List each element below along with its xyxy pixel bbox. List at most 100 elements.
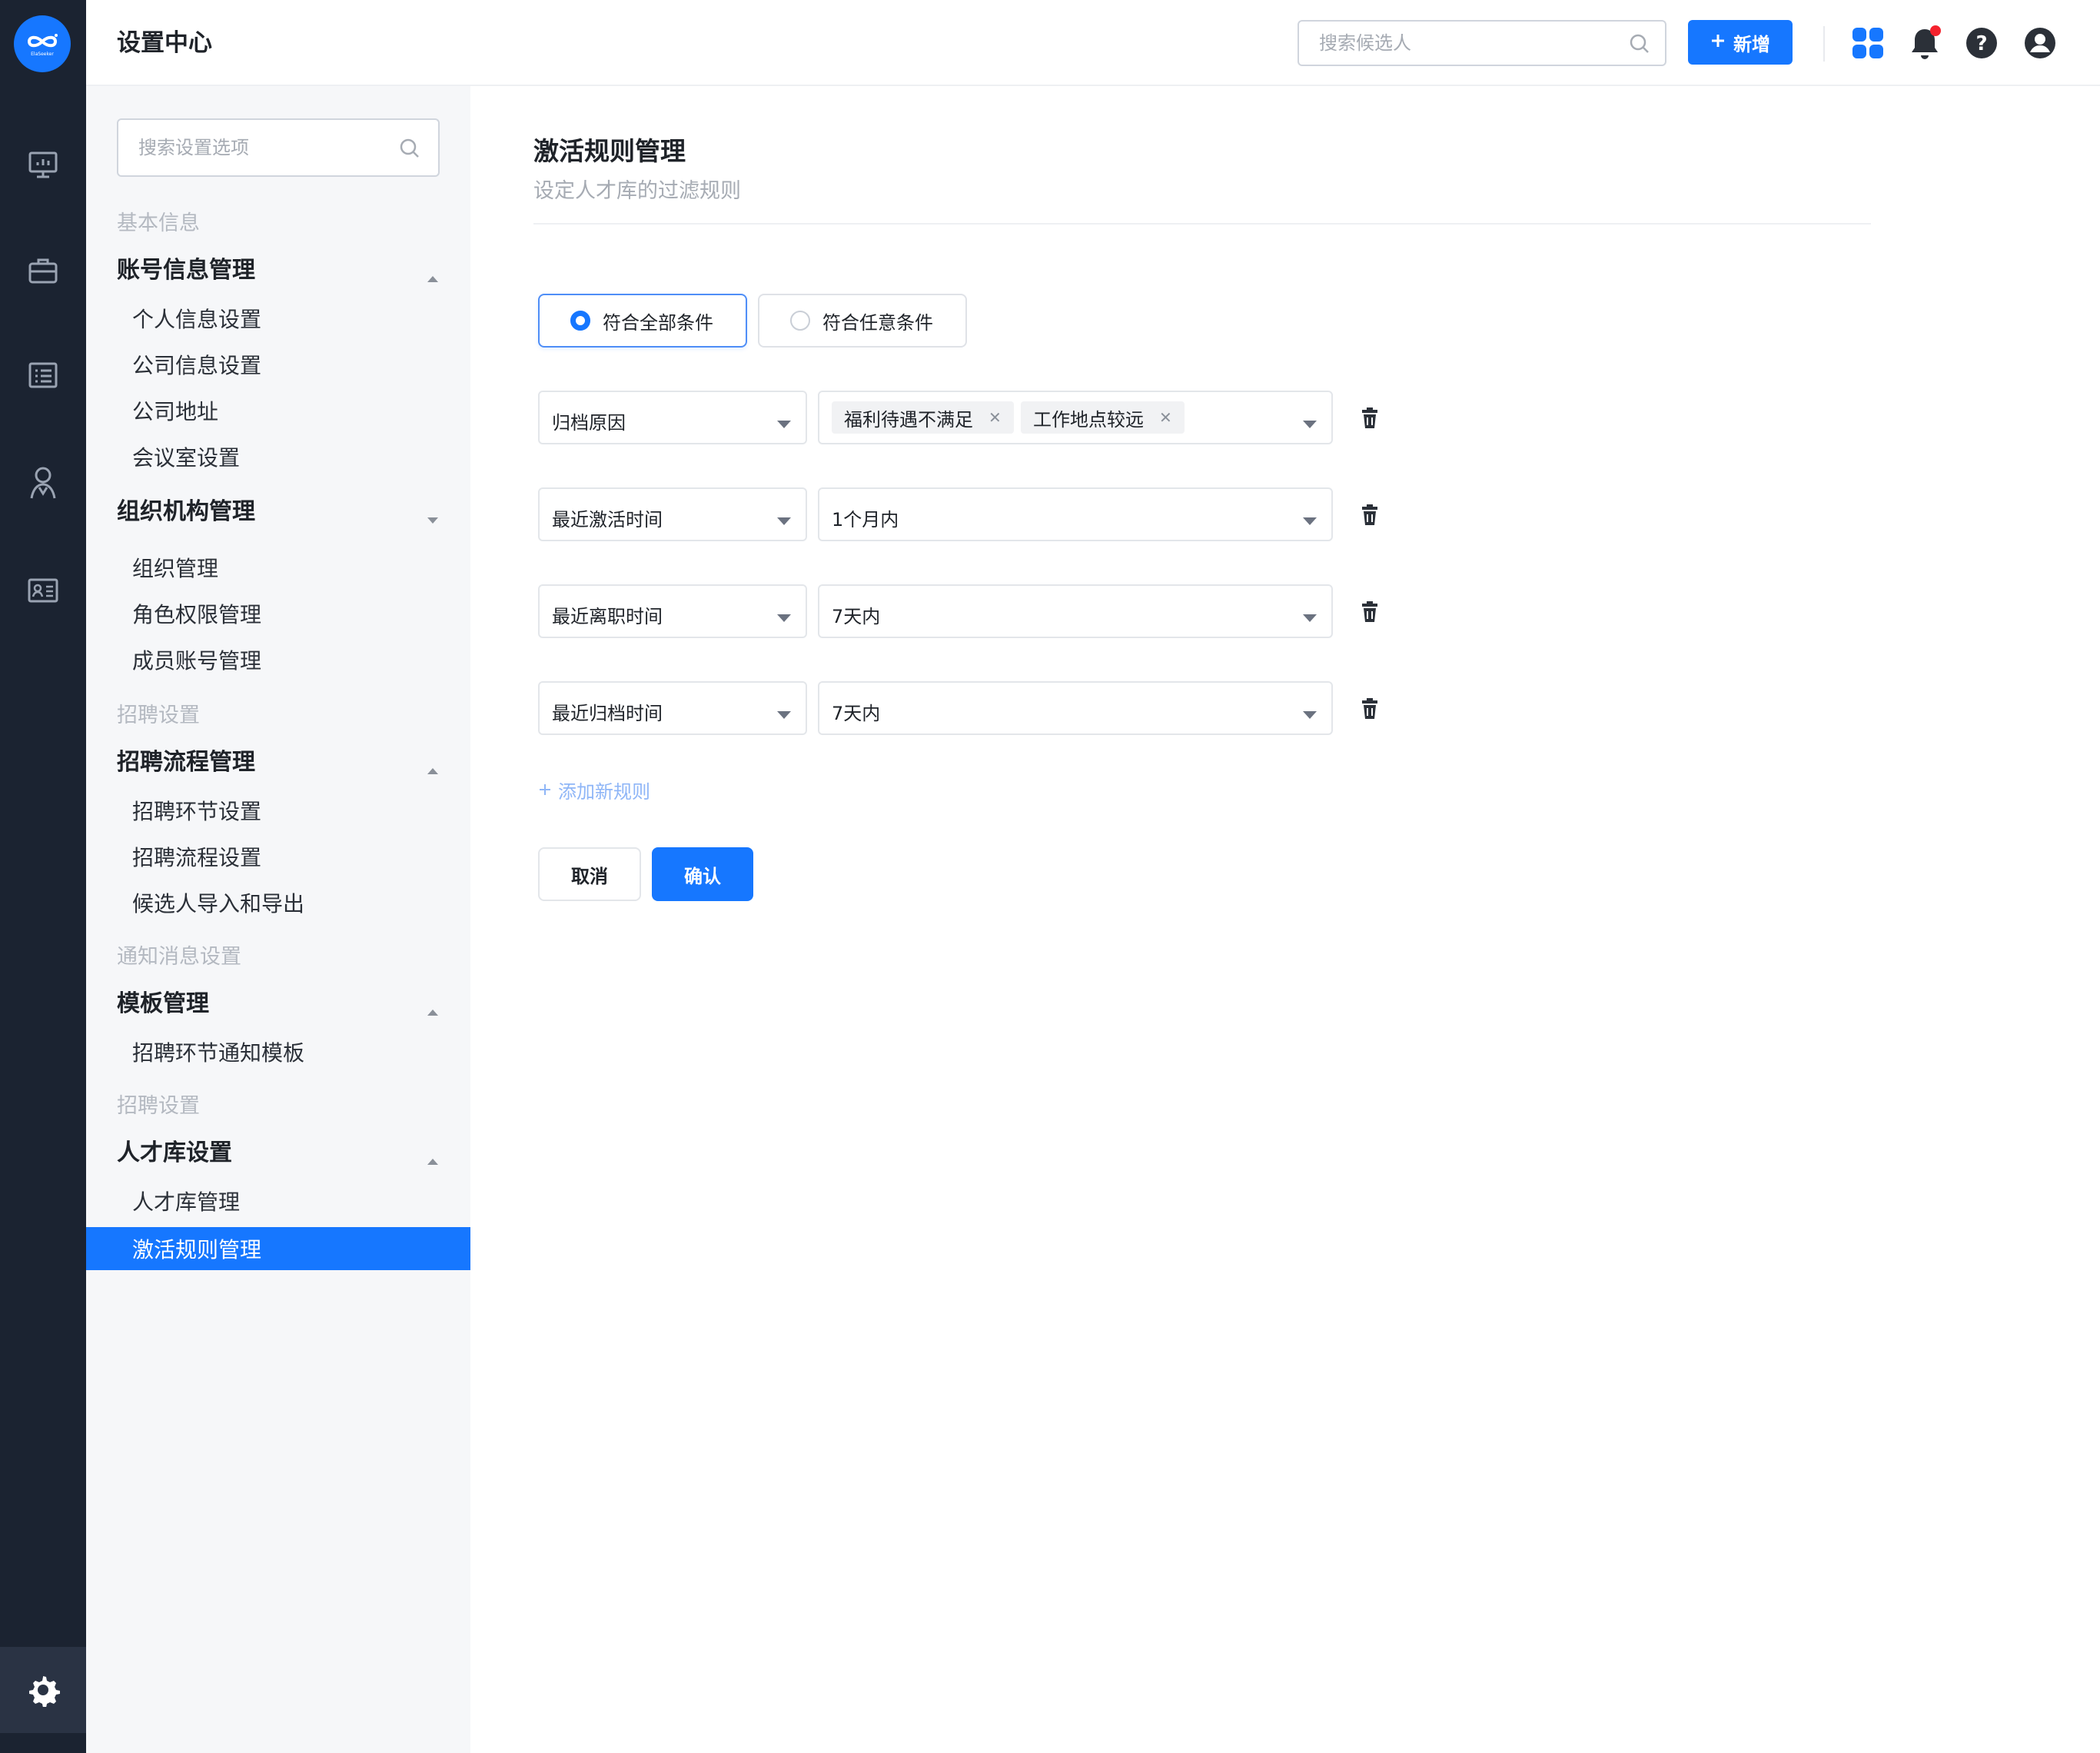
- group-talent-pool[interactable]: 人才库设置: [117, 1133, 440, 1167]
- match-all-radio[interactable]: 符合全部条件: [538, 294, 747, 348]
- group-recruit-process[interactable]: 招聘流程管理: [117, 743, 440, 777]
- rule-2-value-select[interactable]: 1个月内: [818, 487, 1333, 541]
- rule-2-field-select[interactable]: 最近激活时间: [538, 487, 807, 541]
- section-recruit-settings: 招聘设置: [117, 704, 200, 727]
- menu-item-meeting-room[interactable]: 会议室设置: [132, 441, 240, 472]
- caret-up-icon: [426, 263, 440, 290]
- match-any-radio[interactable]: 符合任意条件: [758, 294, 967, 348]
- plus-icon: [1710, 32, 1726, 53]
- add-rule-label: 添加新规则: [558, 781, 650, 803]
- menu-item-recruit-flow[interactable]: 招聘流程设置: [132, 841, 261, 872]
- tag-label: 工作地点较远: [1033, 408, 1144, 431]
- menu-item-member-accounts[interactable]: 成员账号管理: [132, 644, 261, 675]
- menu-item-label: 激活规则管理: [132, 1237, 262, 1262]
- settings-menu: 基本信息 账号信息管理 个人信息设置 公司信息设置 公司地址 会议室设置 组织机…: [86, 86, 470, 1753]
- app-logo[interactable]: ElaSeeker: [14, 15, 71, 72]
- radio-unchecked-icon: [790, 311, 810, 331]
- rule-1-value-select[interactable]: 福利待遇不满足 ✕ 工作地点较远 ✕: [818, 391, 1333, 444]
- caret-down-icon: [776, 412, 792, 434]
- contact-card-icon[interactable]: [22, 569, 65, 612]
- confirm-button[interactable]: 确认: [652, 847, 753, 901]
- apps-grid-icon[interactable]: [1848, 23, 1888, 63]
- section-recruit-settings-2: 招聘设置: [117, 1094, 200, 1118]
- settings-search[interactable]: [117, 118, 440, 177]
- group-label: 模板管理: [117, 990, 209, 1017]
- candidate-search[interactable]: [1298, 20, 1666, 66]
- menu-item-candidate-import-export[interactable]: 候选人导入和导出: [132, 887, 304, 918]
- menu-item-role-permissions[interactable]: 角色权限管理: [132, 598, 261, 629]
- group-template-management[interactable]: 模板管理: [117, 984, 440, 1018]
- group-org-structure[interactable]: 组织机构管理: [117, 492, 440, 526]
- list-icon[interactable]: [22, 354, 65, 397]
- delete-rule-2-icon[interactable]: [1356, 501, 1384, 529]
- select-value: 7天内: [832, 606, 881, 627]
- header-divider: [1823, 26, 1825, 62]
- settings-search-input[interactable]: [138, 120, 384, 175]
- search-icon[interactable]: [1628, 32, 1651, 58]
- caret-down-icon: [776, 606, 792, 627]
- rule-3-field-select[interactable]: 最近离职时间: [538, 584, 807, 638]
- gear-icon: [29, 1676, 60, 1707]
- select-value: 最近归档时间: [552, 703, 663, 724]
- add-new-button[interactable]: 新增: [1688, 20, 1793, 65]
- menu-item-recruit-stage[interactable]: 招聘环节设置: [132, 795, 261, 826]
- caret-up-icon: [426, 996, 440, 1023]
- bell-icon[interactable]: [1905, 23, 1945, 63]
- candidate-search-input[interactable]: [1319, 22, 1611, 65]
- group-label: 组织机构管理: [117, 498, 255, 525]
- page-subtitle: 设定人才库的过滤规则: [533, 179, 741, 203]
- close-icon[interactable]: ✕: [1159, 408, 1172, 427]
- group-label: 招聘流程管理: [117, 749, 255, 776]
- title-divider: [533, 223, 1871, 225]
- caret-up-icon: [426, 1146, 440, 1173]
- plus-icon: [538, 780, 552, 801]
- menu-item-talent-pool-management[interactable]: 人才库管理: [132, 1186, 240, 1216]
- radio-label: 符合任意条件: [822, 311, 933, 334]
- radio-checked-icon: [570, 311, 590, 331]
- talent-icon[interactable]: [22, 461, 65, 504]
- menu-item-company-info[interactable]: 公司信息设置: [132, 349, 261, 380]
- caret-down-icon: [1302, 412, 1317, 434]
- user-avatar-icon[interactable]: [2020, 23, 2060, 63]
- page-title: 激活规则管理: [533, 136, 686, 166]
- caret-down-icon: [1302, 606, 1317, 627]
- notification-dot: [1930, 25, 1941, 36]
- settings-nav[interactable]: [0, 1647, 86, 1733]
- tag-welfare: 福利待遇不满足 ✕: [832, 401, 1014, 434]
- cancel-button[interactable]: 取消: [538, 847, 641, 901]
- menu-item-org-management[interactable]: 组织管理: [132, 552, 218, 583]
- group-account-info[interactable]: 账号信息管理: [117, 251, 440, 284]
- select-value: 1个月内: [832, 509, 899, 531]
- select-value: 7天内: [832, 703, 881, 724]
- help-icon[interactable]: ?: [1962, 23, 2002, 63]
- dashboard-icon[interactable]: [22, 143, 65, 186]
- svg-text:ElaSeeker: ElaSeeker: [31, 52, 54, 57]
- group-label: 人才库设置: [117, 1139, 232, 1166]
- caret-down-icon: [1302, 703, 1317, 724]
- rule-1-field-select[interactable]: 归档原因: [538, 391, 807, 444]
- briefcase-icon[interactable]: [22, 249, 65, 292]
- rule-4-field-select[interactable]: 最近归档时间: [538, 681, 807, 735]
- tag-label: 福利待遇不满足: [844, 408, 973, 431]
- svg-text:?: ?: [1975, 32, 1987, 55]
- rule-4-value-select[interactable]: 7天内: [818, 681, 1333, 735]
- page-header-title: 设置中心: [117, 29, 212, 57]
- top-header: 设置中心 新增 ?: [86, 0, 2100, 86]
- delete-rule-1-icon[interactable]: [1356, 404, 1384, 432]
- logo-icon: ElaSeeker: [27, 34, 58, 57]
- delete-rule-4-icon[interactable]: [1356, 695, 1384, 723]
- add-rule-link[interactable]: 添加新规则: [538, 777, 650, 803]
- menu-item-stage-notification-template[interactable]: 招聘环节通知模板: [132, 1036, 304, 1067]
- menu-item-personal-info[interactable]: 个人信息设置: [132, 303, 261, 334]
- select-value: 最近离职时间: [552, 606, 663, 627]
- caret-down-icon: [1302, 509, 1317, 531]
- menu-item-company-address[interactable]: 公司地址: [132, 395, 218, 426]
- search-icon[interactable]: [398, 137, 421, 163]
- caret-up-icon: [426, 755, 440, 782]
- select-value: 最近激活时间: [552, 509, 663, 531]
- tag-location: 工作地点较远 ✕: [1021, 401, 1185, 434]
- delete-rule-3-icon[interactable]: [1356, 598, 1384, 626]
- menu-item-activation-rules[interactable]: 激活规则管理: [86, 1227, 470, 1270]
- rule-3-value-select[interactable]: 7天内: [818, 584, 1333, 638]
- close-icon[interactable]: ✕: [989, 408, 1002, 427]
